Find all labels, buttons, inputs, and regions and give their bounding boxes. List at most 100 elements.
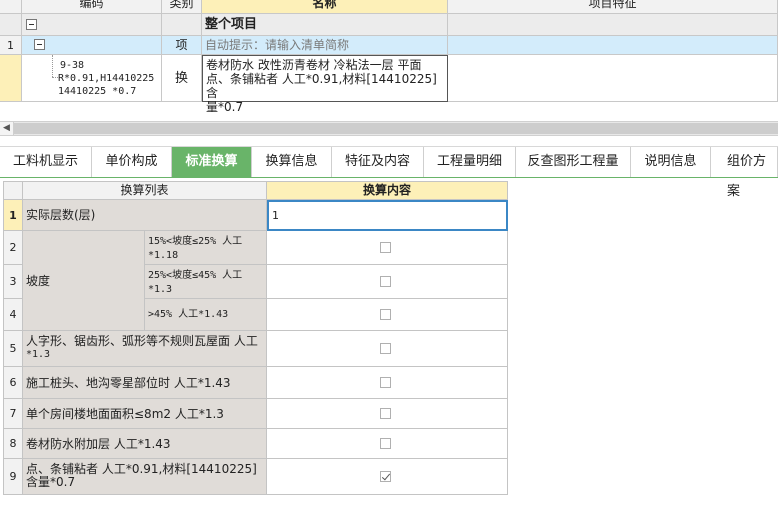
collapse-icon[interactable] bbox=[34, 39, 45, 50]
tab-quantity-detail[interactable]: 工程量明细 bbox=[424, 147, 516, 177]
floor-count-input[interactable]: 1 bbox=[267, 200, 508, 231]
row-label-text: *1.3 bbox=[26, 349, 51, 360]
row-value-cell[interactable] bbox=[267, 429, 508, 459]
table-corner bbox=[4, 182, 23, 200]
row2-feature[interactable] bbox=[448, 55, 778, 102]
floor-count-value: 1 bbox=[272, 209, 279, 222]
row-num-label: 1 bbox=[9, 209, 17, 222]
tab-quantity-detail-label: 工程量明细 bbox=[436, 154, 502, 169]
row-value-cell[interactable] bbox=[267, 331, 508, 367]
checkbox[interactable] bbox=[380, 377, 391, 388]
group-row-name[interactable]: 整个项目 bbox=[202, 14, 448, 36]
tab-pricing-plan[interactable]: 组价方案 bbox=[711, 147, 778, 199]
row2-code-line2: R*0.91,H14410225 bbox=[58, 73, 155, 84]
row-num-label: 2 bbox=[9, 241, 17, 254]
tab-standard-conversion[interactable]: 标准换算 bbox=[172, 147, 252, 177]
row2-category-label: 换 bbox=[174, 71, 188, 86]
scrollbar-thumb[interactable] bbox=[14, 123, 778, 134]
slope-option-25-45: 25%<坡度≤45% 人工 *1.3 bbox=[145, 265, 267, 299]
slope-option-line: *1.18 bbox=[148, 250, 179, 261]
conversion-table: 换算列表 换算内容 1 实际层数(层) 1 2 3 4 坡度 15%<坡度≤25… bbox=[3, 181, 508, 495]
checkbox[interactable] bbox=[380, 276, 391, 287]
row-value-cell[interactable] bbox=[267, 299, 508, 331]
row-label: 实际层数(层) bbox=[23, 200, 267, 231]
row-num-label: 9 bbox=[9, 470, 17, 483]
row1-num-label: 1 bbox=[7, 39, 14, 52]
col-header-list[interactable]: 换算列表 bbox=[23, 182, 267, 200]
row-num: 8 bbox=[4, 429, 23, 459]
row-num: 7 bbox=[4, 399, 23, 429]
slope-group-label: 坡度 bbox=[23, 231, 145, 331]
horizontal-scrollbar[interactable]: ◀ bbox=[0, 121, 778, 136]
scroll-left-icon[interactable]: ◀ bbox=[0, 122, 14, 135]
tab-labor-material-label: 工料机显示 bbox=[12, 154, 78, 169]
row1-feature[interactable] bbox=[448, 36, 778, 55]
group-row-name-label: 整个项目 bbox=[205, 17, 258, 32]
tab-reverse-lookup[interactable]: 反查图形工程量 bbox=[516, 147, 631, 177]
slope-option-15-25: 15%<坡度≤25% 人工 *1.18 bbox=[145, 231, 267, 265]
row-label: 点、条铺粘者 人工*0.91,材料[14410225] 含量*0.7 bbox=[23, 459, 267, 495]
row-label-text: 人字形、锯齿形、弧形等不规则瓦屋面 人工 bbox=[26, 334, 258, 348]
row-label-text: 含量*0.7 bbox=[26, 475, 76, 489]
row-value-cell[interactable] bbox=[267, 231, 508, 265]
checkbox[interactable] bbox=[380, 438, 391, 449]
checkbox-checked[interactable] bbox=[380, 471, 391, 482]
checkbox[interactable] bbox=[380, 242, 391, 253]
col-header-category-label: 类别 bbox=[169, 0, 194, 10]
row2-code-line1: 9-38 bbox=[60, 60, 85, 71]
row-label-text: 单个房间楼地面面积≤8m2 人工*1.3 bbox=[26, 407, 224, 421]
row-num: 4 bbox=[4, 299, 23, 331]
row-label: 施工桩头、地沟零星部位时 人工*1.43 bbox=[23, 367, 267, 399]
row-value-cell[interactable] bbox=[267, 367, 508, 399]
tree-line bbox=[52, 55, 53, 77]
col-header-category[interactable]: 类别 bbox=[162, 0, 202, 14]
row2-category[interactable]: 换 bbox=[162, 55, 202, 102]
row2-code[interactable]: 9-38 R*0.91,H14410225 14410225 *0.7 bbox=[22, 55, 162, 102]
row-num-label: 5 bbox=[9, 342, 17, 355]
tab-labor-material[interactable]: 工料机显示 bbox=[0, 147, 92, 177]
row-num-label: 3 bbox=[9, 275, 17, 288]
row-label: 卷材防水附加层 人工*1.43 bbox=[23, 429, 267, 459]
col-header-code[interactable]: 编码 bbox=[22, 0, 162, 14]
row-num: 6 bbox=[4, 367, 23, 399]
tab-features[interactable]: 特征及内容 bbox=[332, 147, 424, 177]
checkbox[interactable] bbox=[380, 343, 391, 354]
tab-description[interactable]: 说明信息 bbox=[631, 147, 711, 177]
group-row-category bbox=[162, 14, 202, 36]
collapse-icon[interactable] bbox=[26, 19, 37, 30]
group-row-code[interactable] bbox=[22, 14, 162, 36]
row-value-cell[interactable] bbox=[267, 399, 508, 429]
row-num-label: 7 bbox=[9, 407, 17, 420]
row-num: 2 bbox=[4, 231, 23, 265]
row2-code-line3: 14410225 *0.7 bbox=[58, 86, 137, 97]
row2-name-line2: 点、条铺粘者 人工*0.91,材料[14410225] 含 bbox=[206, 72, 437, 100]
tab-pricing-plan-label: 组价方案 bbox=[727, 154, 767, 199]
row-num-label: 8 bbox=[9, 437, 17, 450]
col-header-content[interactable]: 换算内容 bbox=[267, 182, 508, 200]
slope-group-text: 坡度 bbox=[26, 274, 51, 288]
col-header-list-label: 换算列表 bbox=[120, 183, 169, 197]
row2-num bbox=[0, 55, 22, 102]
row2-name-editor[interactable]: 卷材防水 改性沥青卷材 冷粘法一层 平面 点、条铺粘者 人工*0.91,材料[1… bbox=[202, 55, 448, 114]
row-value-cell[interactable] bbox=[267, 459, 508, 495]
checkbox[interactable] bbox=[380, 309, 391, 320]
col-header-name[interactable]: 名称 bbox=[202, 0, 448, 14]
checkbox[interactable] bbox=[380, 408, 391, 419]
top-grid: 编码 类别 名称 项目特征 整个项目 1 项 自动提示：请输入清单简称 9-38… bbox=[0, 0, 778, 114]
row-num: 5 bbox=[4, 331, 23, 367]
slope-option-line: *1.3 bbox=[148, 284, 173, 295]
row2-name-line3: 量*0.7 bbox=[206, 100, 244, 114]
tab-unit-price[interactable]: 单价构成 bbox=[92, 147, 172, 177]
header-corner bbox=[0, 0, 22, 14]
tab-unit-price-label: 单价构成 bbox=[105, 154, 158, 169]
row-num: 1 bbox=[4, 200, 23, 231]
row1-name-hint: 自动提示：请输入清单简称 bbox=[205, 38, 350, 52]
row1-category[interactable]: 项 bbox=[162, 36, 202, 55]
tab-conversion-info[interactable]: 换算信息 bbox=[252, 147, 332, 177]
row-num-label: 6 bbox=[9, 376, 17, 389]
row1-code[interactable] bbox=[22, 36, 162, 55]
row1-name-input[interactable]: 自动提示：请输入清单简称 bbox=[202, 36, 448, 55]
col-header-feature[interactable]: 项目特征 bbox=[448, 0, 778, 14]
row-value-cell[interactable] bbox=[267, 265, 508, 299]
row-num: 3 bbox=[4, 265, 23, 299]
